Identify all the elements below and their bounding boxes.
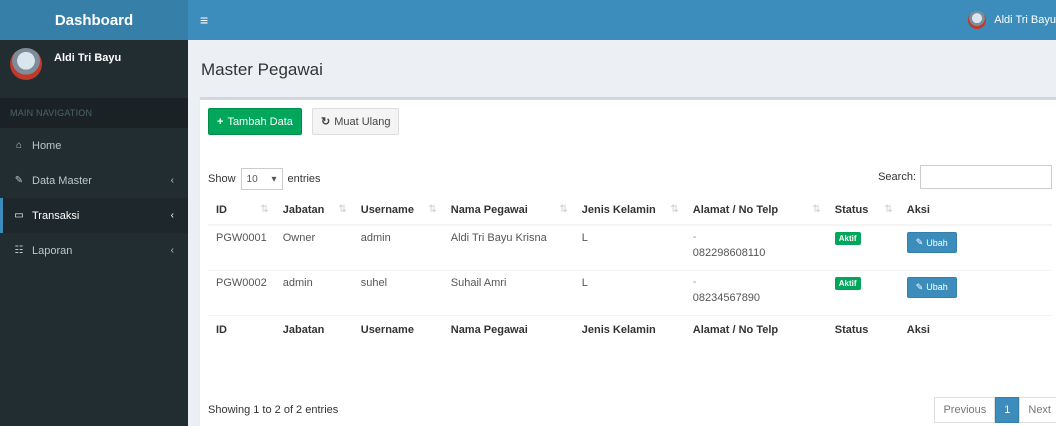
laptop-icon: ▭ (14, 210, 24, 221)
plus-icon: + (217, 115, 224, 128)
sidebar-item-label: Transaksi (32, 209, 80, 222)
pagination: Previous 1 Next (934, 397, 1056, 423)
status-badge: Aktif (834, 232, 861, 245)
cell-alamat: - 08234567890 (684, 269, 827, 315)
cell-id: PGW0002 (208, 269, 275, 315)
sidebar-item-label: Data Master (32, 174, 92, 187)
edit-button[interactable]: ✎ Ubah (906, 232, 957, 253)
footer-header-status: Status (826, 314, 899, 344)
home-icon: ⌂ (15, 140, 23, 151)
reload-button[interactable]: ↻ Muat Ulang (312, 108, 400, 135)
top-navbar: ≡ Aldi Tri Bayu (188, 0, 1056, 40)
column-header-username[interactable]: Username (352, 196, 443, 226)
data-box: + Tambah Data ↻ Muat Ulang Show 10 ▾ ent… (200, 97, 1056, 426)
cell-jenis-kelamin: L (573, 224, 685, 270)
search-label: Search: (878, 171, 916, 183)
address-text: - (692, 231, 697, 243)
cell-aksi: ✎ Ubah (898, 269, 1052, 315)
table-header-row: ID Jabatan Username Nama Pegawai Jenis K… (208, 196, 1052, 226)
footer-header-aksi: Aksi (898, 314, 1052, 344)
app-logo[interactable]: Dashboard (0, 0, 188, 40)
user-panel: Aldi Tri Bayu (0, 40, 188, 98)
cell-id: PGW0001 (208, 224, 275, 270)
user-avatar (10, 48, 42, 80)
cell-jabatan: Owner (274, 224, 353, 270)
column-header-jabatan[interactable]: Jabatan (274, 196, 353, 226)
page-1-button[interactable]: 1 (995, 397, 1020, 423)
edit-icon: ✎ (14, 175, 24, 186)
chevron-left-icon: ‹ (170, 245, 174, 256)
page-title: Master Pegawai (201, 60, 323, 79)
footer-header-jabatan: Jabatan (274, 314, 353, 344)
edit-button[interactable]: ✎ Ubah (906, 276, 957, 298)
nav-header: MAIN NAVIGATION (0, 98, 188, 128)
sidebar-item-transaksi[interactable]: ▭ Transaksi ‹ (0, 198, 188, 233)
pencil-icon: ✎ (915, 237, 924, 247)
entries-value: 10 (246, 173, 258, 185)
column-header-jenis-kelamin[interactable]: Jenis Kelamin (573, 196, 685, 226)
chevron-left-icon: ‹ (170, 175, 174, 186)
reload-label: Muat Ulang (334, 115, 391, 128)
column-header-status[interactable]: Status (826, 196, 899, 226)
reports-icon: ☷ (14, 245, 24, 256)
search-input[interactable] (920, 165, 1052, 189)
footer-header-nama-pegawai: Nama Pegawai (442, 314, 574, 344)
address-text: - (692, 275, 697, 288)
table-row: PGW0001 Owner admin Aldi Tri Bayu Krisna… (208, 224, 1052, 270)
table-row: PGW0002 admin suhel Suhail Amri L - 0823… (208, 269, 1052, 315)
edit-button-label: Ubah (926, 282, 948, 292)
entries-length-control: Show 10 ▾ entries (208, 168, 321, 190)
footer-header-username: Username (352, 314, 443, 344)
sidebar-item-label: Laporan (32, 244, 73, 257)
user-name: Aldi Tri Bayu (54, 52, 122, 64)
menu-toggle-icon[interactable]: ≡ (200, 12, 208, 28)
user-menu[interactable]: Aldi Tri Bayu (968, 0, 1056, 40)
footer-header-id: ID (208, 314, 275, 344)
phone-text: 082298608110 (692, 247, 766, 259)
cell-username: suhel (352, 269, 443, 315)
sidebar-item-data-master[interactable]: ✎ Data Master ‹ (0, 163, 188, 198)
next-page-button[interactable]: Next (1019, 397, 1056, 423)
cell-nama: Suhail Amri (442, 269, 574, 315)
add-data-label: Tambah Data (227, 115, 293, 128)
pencil-icon: ✎ (915, 281, 924, 292)
cell-nama: Aldi Tri Bayu Krisna (442, 224, 574, 270)
column-header-alamat[interactable]: Alamat / No Telp (684, 196, 827, 226)
table-info: Showing 1 to 2 of 2 entries (208, 404, 339, 416)
cell-jenis-kelamin: L (573, 269, 685, 315)
chevron-left-icon: ‹ (170, 210, 174, 221)
add-data-button[interactable]: + Tambah Data (208, 108, 302, 135)
column-header-id[interactable]: ID (208, 196, 275, 226)
footer-header-alamat: Alamat / No Telp (684, 314, 827, 344)
sidebar-item-laporan[interactable]: ☷ Laporan ‹ (0, 233, 188, 268)
cell-username: admin (352, 224, 443, 270)
top-user-name: Aldi Tri Bayu (994, 14, 1056, 26)
column-header-nama-pegawai[interactable]: Nama Pegawai (442, 196, 574, 226)
caret-down-icon: ▾ (271, 173, 277, 185)
sidebar-item-label: Home (32, 139, 62, 152)
column-header-aksi: Aksi (898, 196, 1052, 226)
employee-table: ID Jabatan Username Nama Pegawai Jenis K… (208, 196, 1052, 344)
phone-text: 08234567890 (692, 291, 761, 304)
cell-status: Aktif (826, 224, 899, 270)
main-content: Master Pegawai + Tambah Data ↻ Muat Ulan… (188, 40, 1056, 426)
cell-jabatan: admin (274, 269, 353, 315)
entries-select[interactable]: 10 ▾ (240, 168, 283, 190)
previous-page-button[interactable]: Previous (934, 397, 996, 423)
cell-status: Aktif (826, 269, 899, 315)
cell-aksi: ✎ Ubah (898, 224, 1052, 270)
sidebar-item-home[interactable]: ⌂ Home (0, 128, 188, 163)
refresh-icon: ↻ (321, 116, 331, 128)
edit-button-label: Ubah (926, 237, 948, 248)
status-badge: Aktif (834, 276, 861, 290)
show-label: Show (208, 173, 236, 185)
footer-header-jenis-kelamin: Jenis Kelamin (573, 314, 685, 344)
sidebar: Dashboard Aldi Tri Bayu MAIN NAVIGATION … (0, 0, 188, 426)
entries-label: entries (287, 173, 321, 185)
table-footer-row: ID Jabatan Username Nama Pegawai Jenis K… (208, 314, 1052, 344)
table-search: Search: (878, 165, 1052, 189)
user-avatar-small (968, 11, 987, 29)
cell-alamat: - 082298608110 (684, 224, 827, 270)
